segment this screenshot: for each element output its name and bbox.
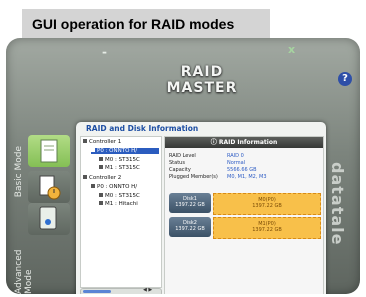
info-icon: ⓘ: [210, 139, 219, 146]
close-button[interactable]: x: [288, 43, 295, 56]
disk-icon: [99, 193, 103, 197]
schedule-nav-button[interactable]: [28, 171, 70, 203]
panel-title: RAID and Disk Information: [86, 124, 199, 133]
pool-icon: [91, 184, 95, 188]
tree-item-member-m0[interactable]: M0 : ST315C: [99, 157, 159, 163]
tree-item-label: Controller 2: [89, 175, 122, 181]
raid-info-pane: ⓘ RAID Information RAID Level RAID 0 Sta…: [164, 136, 324, 294]
raid-info-title: RAID Information: [218, 139, 278, 146]
capacity-label: Capacity: [169, 167, 191, 173]
minimize-button[interactable]: -: [102, 45, 107, 59]
tree-item-pool-0[interactable]: P0 : ONNTO H/: [91, 148, 159, 154]
disk-block[interactable]: Disk2 1397.22 GB: [169, 217, 211, 237]
datatale-watermark: datatale: [328, 162, 347, 246]
raid-member-block[interactable]: M1(P0) 1397.22 GB: [213, 217, 321, 239]
clock-document-icon: [39, 175, 61, 200]
raid-member-block[interactable]: M0(P0) 1397.22 GB: [213, 193, 321, 215]
controller-tree: Controller 1 P0 : ONNTO H/ M0 : ST315C M…: [80, 136, 162, 288]
raid-info-nav-button[interactable]: [28, 135, 70, 167]
disk-icon: [99, 201, 103, 205]
status-value: Normal: [227, 160, 246, 166]
tree-item-label: M0 : ST315C: [105, 193, 140, 199]
document-icon: [40, 139, 58, 163]
app-title: RAID MASTER: [166, 64, 238, 96]
raid-disk-info-panel: RAID and Disk Information Controller 1 P…: [76, 122, 326, 294]
raid-level-value: RAID 0: [227, 153, 244, 159]
disk-size: 1397.22 GB: [175, 226, 205, 232]
drive-icon: [39, 206, 57, 230]
tree-item-label: M0 : ST315C: [105, 157, 140, 163]
controller-icon: [83, 175, 87, 179]
tree-item-label: Controller 1: [89, 139, 122, 145]
tree-item-member-m1[interactable]: M1 : ST315C: [99, 165, 159, 171]
help-button[interactable]: ?: [338, 72, 352, 86]
plugged-members-value: M0, M1, M2, M3: [227, 174, 267, 180]
capacity-value: 5566.66 GB: [227, 167, 257, 173]
disk-icon: [99, 165, 103, 169]
controller-icon: [83, 139, 87, 143]
tree-item-member-m1-c2[interactable]: M1 : Hitachi: [99, 201, 159, 207]
raid-info-header: ⓘ RAID Information: [165, 137, 323, 148]
tree-item-member-m0-c2[interactable]: M0 : ST315C: [99, 193, 159, 199]
tab-basic-mode[interactable]: Basic Mode: [14, 146, 24, 197]
scroll-arrows[interactable]: ◀ ▶: [143, 287, 152, 293]
status-label: Status: [169, 160, 185, 166]
settings-nav-button[interactable]: [28, 203, 70, 235]
tree-item-label: M1 : ST315C: [105, 165, 140, 171]
raid-member-size: 1397.22 GB: [252, 227, 282, 233]
tree-item-pool-0-c2[interactable]: P0 : ONNTO H/: [91, 184, 159, 190]
tree-item-controller-1[interactable]: Controller 1: [83, 139, 159, 145]
disk-size: 1397.22 GB: [175, 202, 205, 208]
scrollbar-thumb[interactable]: [83, 290, 111, 293]
tree-item-label: P0 : ONNTO H/: [97, 184, 138, 190]
disk-block[interactable]: Disk1 1397.22 GB: [169, 193, 211, 213]
raid-master-window: - x RAID MASTER ? Basic Mode Advanced Mo…: [6, 38, 360, 294]
figure-caption: GUI operation for RAID modes: [22, 9, 270, 39]
tree-item-controller-2[interactable]: Controller 2: [83, 175, 159, 181]
tab-advanced-mode[interactable]: Advanced Mode: [14, 230, 34, 294]
raid-level-label: RAID Level: [169, 153, 196, 159]
plugged-members-label: Plugged Member(s): [169, 174, 218, 180]
tree-item-label: P0 : ONNTO H/: [97, 148, 138, 154]
tree-scrollbar[interactable]: ◀ ▶: [80, 287, 162, 294]
disk-icon: [99, 157, 103, 161]
pool-icon: [91, 148, 95, 152]
tree-item-label: M1 : Hitachi: [105, 201, 138, 207]
raid-member-size: 1397.22 GB: [252, 203, 282, 209]
